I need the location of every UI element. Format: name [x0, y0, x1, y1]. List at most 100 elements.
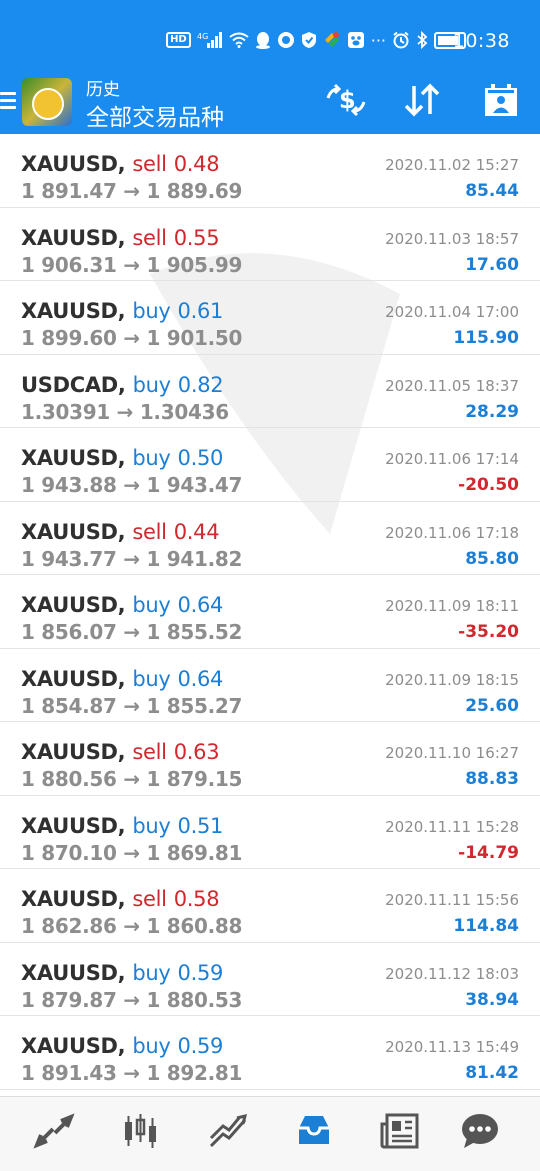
open-price: 1.30391	[21, 399, 110, 424]
open-price: 1 879.87	[21, 987, 117, 1012]
currency-toggle-button[interactable]: $	[322, 78, 370, 122]
chart-icon	[125, 1114, 156, 1148]
nav-chart[interactable]	[116, 1111, 164, 1151]
trade-prices: 1 943.88 → 1 943.47	[21, 473, 242, 497]
trade-title: XAUUSD, buy 0.61	[21, 299, 223, 323]
trade-row[interactable]: XAUUSD, sell 0.55 1 906.31 → 1 905.99 2020…	[0, 208, 540, 281]
open-price: 1 856.07	[21, 620, 117, 644]
open-price: 1 862.86	[21, 914, 117, 938]
trade-row[interactable]: XAUUSD, sell 0.44 1 943.77 → 1 941.82 2020…	[0, 502, 540, 575]
calendar-button[interactable]	[477, 78, 525, 122]
arrow-right-icon: →	[123, 620, 140, 644]
trade-title: XAUUSD, buy 0.64	[21, 593, 223, 617]
trade-row[interactable]: USDCAD, buy 0.82 1.30391 → 1.30436 2020.11…	[0, 355, 540, 428]
trade-volume: 0.64	[177, 666, 224, 691]
page-title: 全部交易品种	[86, 105, 224, 131]
trade-profit: 88.83	[465, 769, 519, 789]
app-color-icon	[323, 31, 341, 49]
trade-profit: 85.44	[465, 181, 519, 201]
trade-side: sell	[132, 887, 167, 911]
trade-symbol: XAUUSD,	[21, 813, 126, 838]
trade-row[interactable]: XAUUSD, sell 0.58 1 862.86 → 1 860.88 2020…	[0, 869, 540, 943]
trade-row[interactable]: XAUUSD, sell 0.63 1 880.56 → 1 879.15 2020…	[0, 722, 540, 796]
close-price: 1 901.50	[146, 326, 243, 350]
arrow-right-icon: →	[123, 693, 140, 718]
open-price: 1 943.88	[21, 473, 117, 497]
open-price: 1 880.56	[21, 767, 117, 791]
trade-icon	[209, 1113, 248, 1148]
close-price: 1.30436	[139, 399, 229, 424]
trade-row[interactable]: XAUUSD, buy 0.51 1 870.10 → 1 869.81 2020.…	[0, 796, 540, 869]
trade-title: XAUUSD, sell 0.48	[21, 152, 220, 176]
arrow-right-icon: →	[123, 767, 140, 791]
trade-profit: 38.94	[465, 989, 519, 1010]
trade-row[interactable]: XAUUSD, buy 0.64 1 856.07 → 1 855.52 2020.…	[0, 575, 540, 649]
close-price: 1 855.27	[146, 693, 243, 718]
trade-history-list[interactable]: XAUUSD, sell 0.48 1 891.47 → 1 889.69 2020…	[0, 134, 540, 1096]
nav-quotes[interactable]	[30, 1111, 78, 1151]
trade-row[interactable]: XAUUSD, buy 0.59 1 891.43 → 1 892.81 2020.…	[0, 1016, 540, 1090]
trade-side: sell	[132, 152, 167, 176]
trade-title: XAUUSD, sell 0.44	[21, 520, 220, 544]
trade-row[interactable]: XAUUSD, buy 0.50 1 943.88 → 1 943.47 2020.…	[0, 428, 540, 502]
trade-side: buy	[132, 960, 171, 985]
menu-icon[interactable]	[0, 88, 16, 112]
trade-symbol: USDCAD,	[21, 372, 126, 397]
trade-symbol: XAUUSD,	[21, 740, 126, 764]
hd-badge: HD	[166, 32, 191, 48]
open-price: 1 854.87	[21, 693, 117, 718]
nav-history[interactable]	[290, 1111, 338, 1151]
trade-profit: 114.84	[453, 916, 519, 936]
arrow-right-icon: →	[123, 840, 140, 865]
trade-volume: 0.82	[177, 372, 224, 397]
arrow-right-icon: →	[116, 399, 134, 424]
more-notifications-icon: ···	[370, 30, 386, 50]
trade-side: buy	[132, 1034, 171, 1058]
trade-date: 2020.11.06 17:14	[385, 450, 519, 468]
trade-row[interactable]: XAUUSD, buy 0.59 1 879.87 → 1 880.53 2020.…	[0, 943, 540, 1016]
trade-prices: 1 870.10 → 1 869.81	[21, 841, 242, 865]
trade-symbol: XAUUSD,	[21, 1034, 126, 1058]
trade-volume: 0.55	[173, 225, 220, 250]
open-price: 1 906.31	[21, 252, 117, 277]
nav-chat[interactable]	[456, 1111, 504, 1151]
sort-button[interactable]	[398, 78, 446, 122]
trade-prices: 1 906.31 → 1 905.99	[21, 253, 242, 277]
nav-news[interactable]	[376, 1111, 424, 1151]
close-price: 1 892.81	[146, 1061, 243, 1085]
page-subtitle: 历史	[86, 80, 120, 100]
trade-prices: 1 856.07 → 1 855.52	[21, 620, 242, 644]
sort-icon	[404, 83, 440, 117]
trade-date: 2020.11.06 17:18	[385, 523, 519, 542]
nav-trade[interactable]	[204, 1111, 252, 1151]
trade-side: sell	[132, 740, 167, 764]
trade-profit: 28.29	[465, 401, 519, 422]
arrow-right-icon: →	[123, 1061, 140, 1085]
trade-prices: 1 899.60 → 1 901.50	[21, 326, 242, 350]
trade-date: 2020.11.03 18:57	[385, 229, 519, 248]
calendar-icon	[485, 84, 517, 116]
trade-title: XAUUSD, buy 0.50	[21, 446, 223, 470]
currency-exchange-icon: $	[326, 83, 366, 117]
trade-profit: 25.60	[465, 695, 519, 716]
network-type: 4G	[197, 32, 208, 41]
trade-row[interactable]: XAUUSD, sell 0.48 1 891.47 → 1 889.69 2020…	[0, 134, 540, 208]
trade-profit: -14.79	[458, 842, 519, 863]
status-bar: HD 4G ··· 10:38	[0, 0, 540, 78]
trade-prices: 1 854.87 → 1 855.27	[21, 694, 242, 718]
trade-volume: 0.51	[177, 813, 224, 838]
arrow-right-icon: →	[123, 914, 140, 938]
close-price: 1 943.47	[146, 473, 243, 497]
bottom-navigation	[0, 1096, 540, 1171]
trade-row[interactable]: XAUUSD, buy 0.64 1 854.87 → 1 855.27 2020.…	[0, 649, 540, 722]
trade-profit: -20.50	[458, 475, 519, 495]
close-price: 1 879.15	[146, 767, 243, 791]
close-price: 1 855.52	[146, 620, 243, 644]
trade-volume: 0.59	[177, 960, 224, 985]
trade-side: sell	[132, 225, 167, 250]
trade-row[interactable]: XAUUSD, buy 0.61 1 899.60 → 1 901.50 2020.…	[0, 281, 540, 355]
trade-title: XAUUSD, buy 0.64	[21, 667, 223, 691]
trade-symbol: XAUUSD,	[21, 299, 126, 323]
trade-side: buy	[132, 593, 171, 617]
trade-volume: 0.50	[177, 446, 224, 470]
